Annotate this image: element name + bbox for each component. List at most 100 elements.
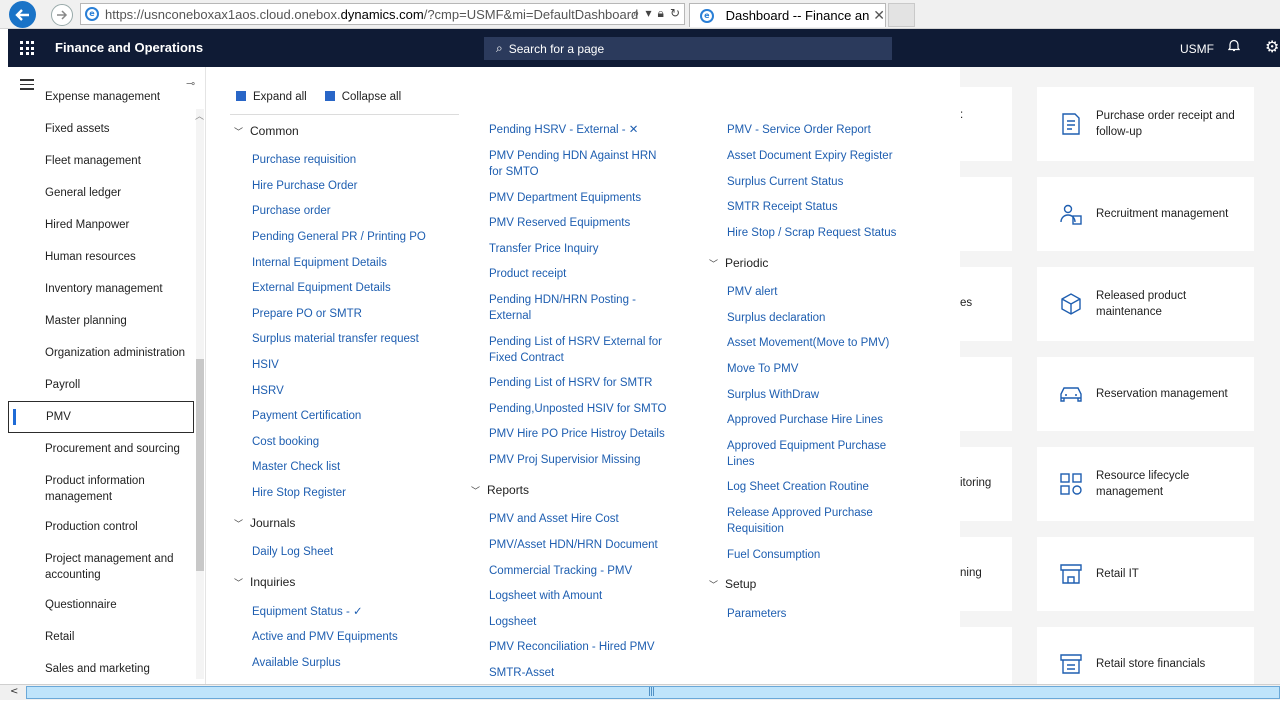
lock-icon[interactable]: 🔒︎ xyxy=(658,6,664,21)
menu-link[interactable]: Pending List of HSRV External for Fixed … xyxy=(489,334,664,366)
menu-link[interactable]: Hire Stop Register xyxy=(252,485,346,501)
chevron-left-icon[interactable]: < xyxy=(10,686,18,697)
menu-link[interactable]: Payment Certification xyxy=(252,408,361,424)
group-periodic[interactable]: ﹀ Periodic xyxy=(709,256,768,270)
menu-link[interactable]: HSRV xyxy=(252,383,284,399)
group-inquiries[interactable]: ﹀ Inquiries xyxy=(234,575,295,589)
menu-link[interactable]: Pending General PR / Printing PO xyxy=(252,229,426,245)
sidebar-item-master-planning[interactable]: Master planning xyxy=(8,313,194,329)
menu-link[interactable]: Internal Equipment Details xyxy=(252,255,387,271)
browser-back-button[interactable] xyxy=(9,1,36,28)
menu-link[interactable]: Prepare PO or SMTR xyxy=(252,306,362,322)
tile-partial[interactable] xyxy=(960,177,1012,251)
tile-resource-lifecycle-management[interactable]: Resource lifecycle management xyxy=(1037,447,1254,521)
menu-link[interactable]: Surplus material transfer request xyxy=(252,331,419,347)
settings-gear-icon[interactable]: ⚙ xyxy=(1265,37,1279,56)
tile-released-product-maintenance[interactable]: Released product maintenance xyxy=(1037,267,1254,341)
page-search-input[interactable]: ⌕ Search for a page xyxy=(484,37,892,60)
notification-bell-icon[interactable] xyxy=(1227,39,1241,56)
group-common[interactable]: ﹀ Common xyxy=(234,124,299,138)
tile-retail-it[interactable]: Retail IT xyxy=(1037,537,1254,611)
menu-link[interactable]: Release Approved Purchase Requisition xyxy=(727,505,897,537)
url-text[interactable]: https://usnconeboxax1aos.cloud.onebox.dy… xyxy=(105,7,638,22)
menu-link[interactable]: Logsheet xyxy=(489,614,536,630)
menu-link[interactable]: Fuel Consumption xyxy=(727,547,820,563)
tile-reservation-management[interactable]: Reservation management xyxy=(1037,357,1254,431)
group-journals[interactable]: ﹀ Journals xyxy=(234,516,295,530)
menu-link[interactable]: Pending List of HSRV for SMTR xyxy=(489,375,664,391)
dropdown-icon[interactable]: ▾ xyxy=(646,6,652,21)
sidebar-item-procurement-and-sourcing[interactable]: Procurement and sourcing xyxy=(8,441,194,457)
address-bar[interactable]: e https://usnconeboxax1aos.cloud.onebox.… xyxy=(80,3,685,25)
company-picker[interactable]: USMF xyxy=(1180,42,1214,56)
sidebar-item-questionnaire[interactable]: Questionnaire xyxy=(8,597,194,613)
browser-tab[interactable]: e Dashboard -- Finance and ... ✕ xyxy=(689,3,886,27)
menu-link[interactable]: Approved Purchase Hire Lines xyxy=(727,412,883,428)
sidebar-item-general-ledger[interactable]: General ledger xyxy=(8,185,194,201)
chevron-up-icon[interactable]: ︿ xyxy=(195,109,204,122)
search-icon[interactable]: ⌕ xyxy=(633,6,640,21)
menu-link[interactable]: PMV alert xyxy=(727,284,778,300)
menu-link[interactable]: Hire Stop / Scrap Request Status xyxy=(727,225,896,241)
menu-link[interactable]: Equipment Status - ✓ xyxy=(252,604,363,620)
menu-link[interactable]: Hire Purchase Order xyxy=(252,178,357,194)
menu-link[interactable]: Cost booking xyxy=(252,434,319,450)
sidebar-item-product-information-management[interactable]: Product information management xyxy=(8,473,194,505)
menu-link[interactable]: Pending,Unposted HSIV for SMTO xyxy=(489,401,669,417)
menu-link[interactable]: PMV Pending HDN Against HRN for SMTO xyxy=(489,148,664,180)
group-reports[interactable]: ﹀ Reports xyxy=(471,483,529,497)
menu-link[interactable]: Asset Movement(Move to PMV) xyxy=(727,335,889,351)
browser-forward-button[interactable] xyxy=(51,4,73,26)
sidebar-item-fixed-assets[interactable]: Fixed assets xyxy=(8,121,194,137)
menu-link[interactable]: Surplus Current Status xyxy=(727,174,843,190)
app-title[interactable]: Finance and Operations xyxy=(55,40,203,55)
tile-partial[interactable]: es xyxy=(960,267,1012,341)
menu-link[interactable]: Pending HDN/HRN Posting - External xyxy=(489,292,649,324)
new-tab-button[interactable] xyxy=(888,3,915,27)
tile-recruitment-management[interactable]: Recruitment management xyxy=(1037,177,1254,251)
menu-link[interactable]: Purchase requisition xyxy=(252,152,356,168)
menu-link[interactable]: Pending HSRV - External - ✕ xyxy=(489,122,659,138)
sidebar-item-pmv[interactable]: PMV xyxy=(8,401,194,433)
menu-link[interactable]: PMV - Service Order Report xyxy=(727,122,871,138)
menu-link[interactable]: Surplus WithDraw xyxy=(727,387,819,403)
menu-link[interactable]: Active and PMV Equipments xyxy=(252,629,398,645)
tile-retail-store-financials[interactable]: Retail store financials xyxy=(1037,627,1254,684)
menu-link[interactable]: Log Sheet Creation Routine xyxy=(727,479,869,495)
menu-link[interactable]: Daily Log Sheet xyxy=(252,544,333,560)
sidebar-item-human-resources[interactable]: Human resources xyxy=(8,249,194,265)
app-launcher-icon[interactable] xyxy=(20,41,34,55)
close-icon[interactable]: ✕ xyxy=(873,8,885,24)
tile-partial[interactable]: itoring xyxy=(960,447,1012,521)
menu-link[interactable]: Purchase order xyxy=(252,203,331,219)
menu-link[interactable]: PMV/Asset HDN/HRN Document xyxy=(489,537,658,553)
menu-link[interactable]: Asset Document Expiry Register xyxy=(727,148,893,164)
sidebar-item-organization-administration[interactable]: Organization administration xyxy=(8,345,194,361)
group-setup[interactable]: ﹀ Setup xyxy=(709,577,756,591)
menu-link[interactable]: SMTR-Asset xyxy=(489,665,554,681)
sidebar-item-hired-manpower[interactable]: Hired Manpower xyxy=(8,217,194,233)
menu-link[interactable]: External Equipment Details xyxy=(252,280,391,296)
menu-link[interactable]: Move To PMV xyxy=(727,361,798,377)
menu-link[interactable]: PMV Hire PO Price Histroy Details xyxy=(489,426,669,442)
sidebar-item-payroll[interactable]: Payroll xyxy=(8,377,194,393)
sidebar-item-production-control[interactable]: Production control xyxy=(8,519,194,535)
tile-partial[interactable] xyxy=(960,627,1012,684)
sidebar-item-inventory-management[interactable]: Inventory management xyxy=(8,281,194,297)
refresh-icon[interactable]: ↻ xyxy=(670,6,680,21)
sidebar-item-project-management-and-accounting[interactable]: Project management and accounting xyxy=(8,551,194,583)
menu-link[interactable]: Surplus declaration xyxy=(727,310,825,326)
menu-link[interactable]: Parameters xyxy=(727,606,786,622)
tile-purchase-order-receipt[interactable]: Purchase order receipt and follow-up xyxy=(1037,87,1254,161)
menu-link[interactable]: PMV Department Equipments xyxy=(489,190,664,206)
menu-link[interactable]: PMV Reserved Equipments xyxy=(489,215,664,231)
tile-partial[interactable] xyxy=(960,357,1012,431)
menu-link[interactable]: HSIV xyxy=(252,357,279,373)
menu-link[interactable]: Approved Equipment Purchase Lines xyxy=(727,438,897,470)
collapse-all-button[interactable]: Collapse all xyxy=(324,90,401,103)
menu-link[interactable]: Logsheet with Amount xyxy=(489,588,602,604)
expand-all-button[interactable]: Expand all xyxy=(236,90,307,103)
tile-partial[interactable]: ning xyxy=(960,537,1012,611)
menu-link[interactable]: PMV and Asset Hire Cost xyxy=(489,511,619,527)
menu-link[interactable]: Commercial Tracking - PMV xyxy=(489,563,632,579)
